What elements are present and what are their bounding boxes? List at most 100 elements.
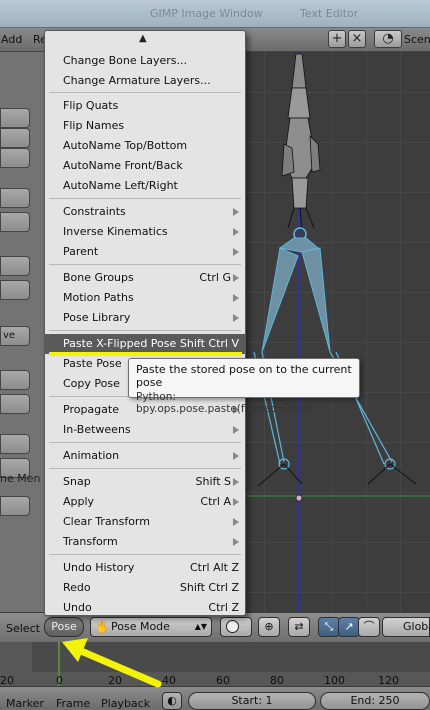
highlight-underline	[49, 352, 242, 356]
pivot-icon: ⊕	[264, 620, 274, 633]
add-icon[interactable]: +	[328, 30, 346, 48]
submenu-arrow-icon	[233, 314, 239, 322]
close-icon[interactable]: ×	[348, 30, 366, 48]
rotate-icon: ↗	[344, 620, 354, 633]
menu-item-pose-library[interactable]: Pose Library	[45, 308, 245, 328]
submenu-arrow-icon	[233, 538, 239, 546]
add-menu[interactable]: Add	[1, 33, 22, 46]
menu-item-label: Redo	[63, 581, 91, 594]
frame-menu[interactable]: Frame	[56, 697, 90, 710]
menu-item-label: Inverse Kinematics	[63, 225, 168, 238]
translate-icon: ⤡	[324, 620, 334, 633]
orientation-label: Globa	[403, 620, 430, 633]
tooltip-description: Paste the stored pose on to the current …	[136, 363, 352, 389]
menu-separator	[49, 468, 241, 469]
submenu-arrow-icon	[233, 228, 239, 236]
select-menu[interactable]: Select	[6, 622, 40, 635]
scene-selector[interactable]: Scen	[404, 33, 430, 46]
menu-item-flip-quats[interactable]: Flip Quats	[45, 96, 245, 116]
menu-item-paste-x-flipped-pose[interactable]: Paste X-Flipped Pose Shift Ctrl V	[45, 334, 245, 354]
submenu-arrow-icon	[233, 478, 239, 486]
pose-menu: ▲ Change Bone Layers... Change Armature L…	[44, 30, 246, 616]
shading-sphere-icon	[226, 620, 239, 633]
menu-item-label: Paste X-Flipped Pose	[63, 337, 177, 350]
menu-item-label: Copy Pose	[63, 377, 120, 390]
tool-button[interactable]	[0, 188, 30, 208]
menu-item-autoname-top-bottom[interactable]: AutoName Top/Bottom	[45, 136, 245, 156]
manipulator-button[interactable]: ⇄	[288, 617, 310, 637]
menu-item-clear-transform[interactable]: Clear Transform	[45, 512, 245, 532]
menu-item-parent[interactable]: Parent	[45, 242, 245, 262]
menu-item-animation[interactable]: Animation	[45, 446, 245, 466]
translate-manipulator-button[interactable]: ⤡	[318, 617, 340, 637]
scale-manipulator-button[interactable]: ⌒	[358, 617, 380, 637]
start-frame-field[interactable]: Start: 1	[188, 692, 316, 710]
menu-item-label: Parent	[63, 245, 99, 258]
menu-item-shortcut: Shift S	[195, 475, 231, 488]
tool-button[interactable]	[0, 108, 30, 128]
tool-shelf: ve ne Men	[0, 52, 44, 612]
tool-button[interactable]	[0, 434, 30, 454]
submenu-arrow-icon	[233, 518, 239, 526]
menu-item-autoname-front-back[interactable]: AutoName Front/Back	[45, 156, 245, 176]
menu-item-label: Undo History	[63, 561, 135, 574]
menu-item-change-armature-layers[interactable]: Change Armature Layers...	[45, 71, 245, 91]
menu-item-label: Undo	[63, 601, 92, 614]
tool-button[interactable]	[0, 370, 30, 390]
submenu-arrow-icon	[233, 274, 239, 282]
spinner-arrow-icon: ▲▼	[194, 622, 207, 631]
ghost-window-title-1: GIMP Image Window	[150, 7, 263, 20]
menu-item-apply[interactable]: Apply Ctrl A	[45, 492, 245, 512]
menu-item-snap[interactable]: Snap Shift S	[45, 472, 245, 492]
menu-item-transform[interactable]: Transform	[45, 532, 245, 552]
keying-set-button[interactable]: ◐	[162, 692, 182, 710]
submenu-arrow-icon	[233, 294, 239, 302]
menu-item-undo-history[interactable]: Undo History Ctrl Alt Z	[45, 558, 245, 578]
menu-item-flip-names[interactable]: Flip Names	[45, 116, 245, 136]
tool-button[interactable]	[0, 128, 30, 148]
tooltip-python: Python: bpy.ops.pose.paste(flipped=True)	[136, 391, 313, 415]
menu-separator	[49, 442, 241, 443]
tool-button[interactable]	[0, 280, 30, 300]
tool-button[interactable]	[0, 212, 30, 232]
menu-item-in-betweens[interactable]: In-Betweens	[45, 420, 245, 440]
menu-item-motion-paths[interactable]: Motion Paths	[45, 288, 245, 308]
menu-item-shortcut: Shift Ctrl V	[179, 337, 239, 350]
menu-item-undo[interactable]: Undo Ctrl Z	[45, 598, 245, 618]
menu-item-shortcut: Ctrl A	[200, 495, 231, 508]
menu-item-redo[interactable]: Redo Shift Ctrl Z	[45, 578, 245, 598]
armature-figure[interactable]	[244, 52, 430, 612]
menu-item-label: Clear Transform	[63, 515, 150, 528]
tool-button[interactable]	[0, 148, 30, 168]
menu-item-shortcut: Ctrl G	[199, 271, 231, 284]
submenu-arrow-icon	[233, 452, 239, 460]
viewport-shading-button[interactable]	[220, 617, 252, 637]
tool-button[interactable]	[0, 394, 30, 414]
menu-item-label: AutoName Left/Right	[63, 179, 178, 192]
menu-item-label: Snap	[63, 475, 91, 488]
menu-separator	[49, 554, 241, 555]
menu-separator	[49, 330, 241, 331]
menu-item-label: Constraints	[63, 205, 126, 218]
menu-item-autoname-left-right[interactable]: AutoName Left/Right	[45, 176, 245, 196]
menu-item-shortcut: Shift Ctrl Z	[179, 581, 239, 594]
tool-button[interactable]: ve	[0, 326, 30, 346]
end-frame-field[interactable]: End: 250	[320, 692, 430, 710]
tool-button[interactable]	[0, 256, 30, 276]
playback-menu[interactable]: Playback	[101, 697, 150, 710]
marker-menu[interactable]: Marker	[6, 697, 44, 710]
menu-item-change-bone-layers[interactable]: Change Bone Layers...	[45, 51, 245, 71]
menu-item-constraints[interactable]: Constraints	[45, 202, 245, 222]
3d-viewport[interactable]	[244, 52, 430, 612]
scroll-up-icon[interactable]: ▲	[139, 33, 147, 44]
menu-item-label: Motion Paths	[63, 291, 134, 304]
orientation-selector[interactable]: Globa	[382, 617, 430, 637]
scene-icon[interactable]: ◔	[374, 30, 402, 48]
menu-item-shortcut: Ctrl Z	[208, 601, 239, 614]
menu-item-label: Flip Quats	[63, 99, 119, 112]
tool-button[interactable]	[0, 496, 30, 516]
pivot-button[interactable]: ⊕	[258, 617, 280, 637]
menu-item-inverse-kinematics[interactable]: Inverse Kinematics	[45, 222, 245, 242]
rotate-manipulator-button[interactable]: ↗	[338, 617, 360, 637]
menu-item-bone-groups[interactable]: Bone Groups Ctrl G	[45, 268, 245, 288]
